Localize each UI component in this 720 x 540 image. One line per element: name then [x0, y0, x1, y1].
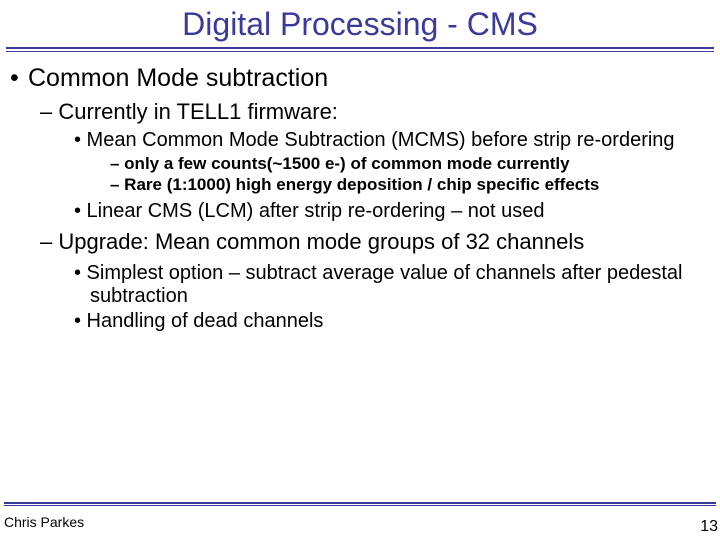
bullet-l1: •Common Mode subtraction: [10, 64, 710, 93]
bullet-l3: • Simplest option – subtract average val…: [74, 262, 710, 308]
bullet-l2: – Upgrade: Mean common mode groups of 32…: [40, 229, 710, 254]
bullet-l1-text: Common Mode subtraction: [28, 64, 328, 92]
bullet-l2: – Currently in TELL1 firmware:: [40, 99, 710, 125]
bullet-l4: – Rare (1:1000) high energy deposition /…: [110, 175, 710, 195]
footer-rule: [4, 502, 716, 506]
bullet-l3: • Linear CMS (LCM) after strip re-orderi…: [74, 200, 710, 223]
slide-body: •Common Mode subtraction – Currently in …: [0, 58, 720, 333]
title-underline: [6, 47, 714, 52]
bullet-l3: • Mean Common Mode Subtraction (MCMS) be…: [74, 129, 710, 152]
footer-author: Chris Parkes: [4, 514, 84, 530]
bullet-l3: • Handling of dead channels: [74, 310, 710, 333]
bullet-l4: – only a few counts(~1500 e-) of common …: [110, 154, 710, 174]
page-number: 13: [700, 518, 718, 536]
slide-title: Digital Processing - CMS: [0, 0, 720, 47]
